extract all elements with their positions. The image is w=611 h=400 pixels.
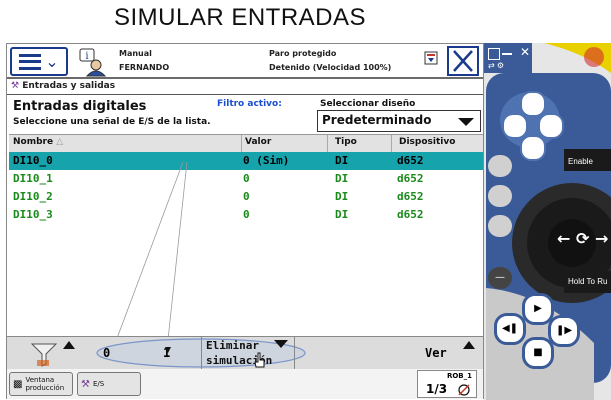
robot-label: ROB_1 <box>446 372 472 380</box>
pointer-tick-icon <box>165 338 171 353</box>
programmable-key-1[interactable] <box>520 91 546 117</box>
flexpendant-window: ⌄ i Manual FERNANDO Paro protegido Deten… <box>6 43 484 399</box>
page-title: SIMULAR ENTRADAS <box>113 4 367 31</box>
enable-label: Enable <box>568 157 593 166</box>
set-zero-button[interactable]: 0 <box>103 346 110 360</box>
window-close-icon[interactable]: ✕ <box>520 45 530 59</box>
filter-icon[interactable] <box>29 340 59 368</box>
remove-simulation-button[interactable]: Eliminar simulación <box>201 337 295 369</box>
production-label: Ventana producción <box>25 376 65 392</box>
io-icon: ⚒ <box>81 378 90 390</box>
step-forward-button[interactable]: ❚▶ <box>548 315 580 347</box>
increment-key[interactable]: — <box>488 267 512 289</box>
io-label: E/S <box>92 380 105 388</box>
motion-mode-key[interactable] <box>488 185 512 207</box>
stop-button[interactable]: ■ <box>522 337 554 369</box>
mechanical-unit-key[interactable] <box>488 155 512 177</box>
robot-selector[interactable]: ROB_1 1/3 <box>417 370 477 398</box>
production-window-button[interactable]: ▩ Ventana producción <box>9 372 73 396</box>
programmable-key-4[interactable] <box>520 135 546 161</box>
window-restore-icon[interactable] <box>488 48 500 60</box>
task-fraction: 1/3 <box>426 382 448 396</box>
step-backward-button[interactable]: ◀❚ <box>494 313 526 345</box>
axis-mode-key[interactable] <box>488 215 512 237</box>
hold-to-run-label: Hold To Ru <box>568 277 608 286</box>
programmable-key-2[interactable] <box>502 113 528 139</box>
window-minimize-icon[interactable] <box>502 53 512 55</box>
robot-stop-icon <box>458 384 470 396</box>
view-menu-up-icon[interactable] <box>463 341 475 349</box>
reset-view-icon[interactable]: ⇄ ⚙ <box>488 61 504 70</box>
view-button[interactable]: Ver <box>425 346 447 360</box>
joystick-icon[interactable]: ← ⟳ → <box>557 229 608 248</box>
scroll-up-icon[interactable] <box>63 341 75 349</box>
dropdown-arrow-icon <box>274 340 288 348</box>
annotation-lines <box>112 161 188 350</box>
programmable-key-3[interactable] <box>538 113 564 139</box>
production-icon: ▩ <box>13 378 23 390</box>
hand-cursor-icon <box>254 352 265 368</box>
command-bar: 0 1 Eliminar simulación Ver <box>7 336 483 370</box>
taskbar: ▩ Ventana producción ⚒ E/S <box>7 369 483 399</box>
io-window-button[interactable]: ⚒ E/S <box>77 372 141 396</box>
hardware-panel: ✕ ⇄ ⚙ — Enable Hold To Ru ← ⟳ → ◀❚ ▶ ❚▶ … <box>484 43 611 400</box>
